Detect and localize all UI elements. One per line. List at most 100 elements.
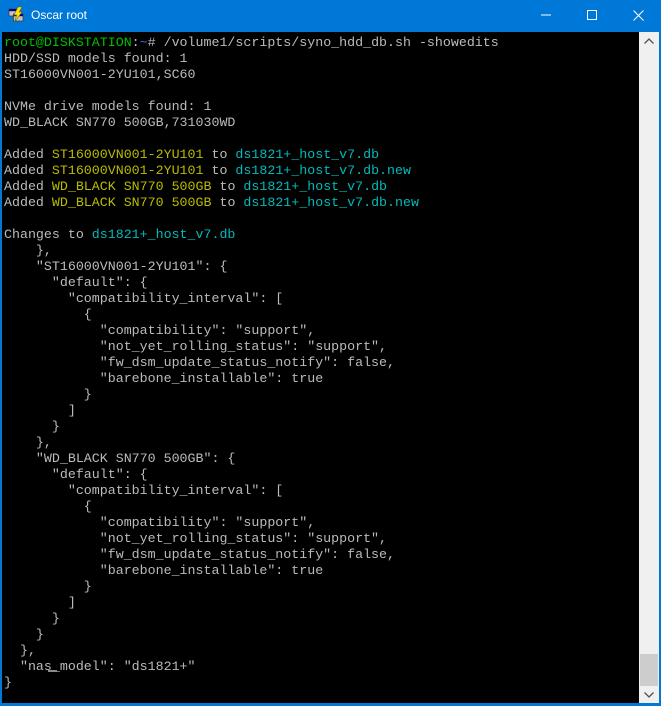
terminal-text-segment: to xyxy=(211,179,243,194)
terminal-text-segment: { xyxy=(4,499,92,514)
terminal-line: "ST16000VN001-2YU101": { xyxy=(4,259,639,275)
terminal-line: "WD_BLACK SN770 500GB": { xyxy=(4,451,639,467)
terminal-text-segment: to xyxy=(211,195,243,210)
terminal-text-segment: Changes to xyxy=(4,227,92,242)
terminal-text-segment: to xyxy=(204,163,236,178)
terminal-line: } xyxy=(4,627,639,643)
terminal-text-segment: "ST16000VN001-2YU101": { xyxy=(4,259,227,274)
scrollbar[interactable] xyxy=(639,32,659,703)
terminal-line: Changes to ds1821+_host_v7.db xyxy=(4,227,639,243)
terminal-text-segment: ds1821+_host_v7.db xyxy=(243,179,387,194)
scrollbar-thumb[interactable] xyxy=(640,654,658,686)
terminal-text-segment: { xyxy=(4,307,92,322)
terminal-line: }, xyxy=(4,243,639,259)
maximize-icon xyxy=(587,10,597,20)
terminal-line: } xyxy=(4,611,639,627)
terminal-line: "not_yet_rolling_status": "support", xyxy=(4,531,639,547)
terminal-line: "nas_model": "ds1821+" xyxy=(4,659,639,675)
terminal-line: Added ST16000VN001-2YU101 to ds1821+_hos… xyxy=(4,147,639,163)
terminal-line: { xyxy=(4,499,639,515)
terminal-line: NVMe drive models found: 1 xyxy=(4,99,639,115)
terminal-line: ] xyxy=(4,403,639,419)
terminal-text-segment: Added xyxy=(4,147,52,162)
terminal-line xyxy=(4,211,639,227)
terminal-text-segment: ST16000VN001-2YU101 xyxy=(52,147,204,162)
terminal-line: } xyxy=(4,675,639,691)
terminal-text-segment: WD_BLACK SN770 500GB xyxy=(52,179,212,194)
terminal-line: } xyxy=(4,419,639,435)
terminal-text-segment: "not_yet_rolling_status": "support", xyxy=(4,531,387,546)
window-body: root@DISKSTATION:~# /volume1/scripts/syn… xyxy=(2,32,659,703)
terminal-line: "barebone_installable": true xyxy=(4,371,639,387)
terminal-line: }, xyxy=(4,643,639,659)
terminal-text-segment: "nas_model": "ds1821+" xyxy=(4,659,196,674)
terminal-text-segment: to xyxy=(204,147,236,162)
terminal-line: Added WD_BLACK SN770 500GB to ds1821+_ho… xyxy=(4,179,639,195)
terminal-text-segment: "compatibility": "support", xyxy=(4,515,315,530)
terminal-text-segment: WD_BLACK SN770 500GB,731030WD xyxy=(4,115,235,130)
terminal-output[interactable]: root@DISKSTATION:~# /volume1/scripts/syn… xyxy=(2,32,639,703)
terminal-text-segment: "barebone_installable": true xyxy=(4,563,323,578)
cursor xyxy=(48,670,57,672)
close-button[interactable] xyxy=(615,0,661,30)
terminal-text-segment: }, xyxy=(4,643,36,658)
close-icon xyxy=(633,10,644,21)
terminal-text-segment: }, xyxy=(4,435,52,450)
terminal-text-segment: "compatibility_interval": [ xyxy=(4,291,283,306)
terminal-text-segment: Added xyxy=(4,163,52,178)
terminal-text-segment: } xyxy=(4,579,92,594)
terminal-line: "barebone_installable": true xyxy=(4,563,639,579)
terminal-line: "compatibility": "support", xyxy=(4,323,639,339)
terminal-line xyxy=(4,83,639,99)
terminal-text-segment: HDD/SSD models found: 1 xyxy=(4,51,188,66)
putty-terminal-icon[interactable] xyxy=(8,7,24,23)
terminal-line: WD_BLACK SN770 500GB,731030WD xyxy=(4,115,639,131)
terminal-text-segment: } xyxy=(4,675,12,690)
terminal-text-segment: "default": { xyxy=(4,467,148,482)
terminal-text-segment: "fw_dsm_update_status_notify": false, xyxy=(4,547,395,562)
terminal-text-segment: Added xyxy=(4,179,52,194)
minimize-button[interactable] xyxy=(523,0,569,30)
scroll-down-button[interactable] xyxy=(639,686,659,703)
terminal-line: "compatibility_interval": [ xyxy=(4,291,639,307)
terminal-text-segment: ds1821+_host_v7.db.new xyxy=(235,163,411,178)
window-controls xyxy=(523,0,661,30)
scroll-up-button[interactable] xyxy=(639,32,659,49)
terminal-text-segment: NVMe drive models found: 1 xyxy=(4,99,211,114)
terminal-line: ST16000VN001-2YU101,SC60 xyxy=(4,67,639,83)
title-bar[interactable]: Oscar root xyxy=(0,0,661,30)
terminal-text-segment: ST16000VN001-2YU101,SC60 xyxy=(4,67,196,82)
terminal-line: "fw_dsm_update_status_notify": false, xyxy=(4,355,639,371)
terminal-line: "compatibility": "support", xyxy=(4,515,639,531)
terminal-line: "fw_dsm_update_status_notify": false, xyxy=(4,547,639,563)
terminal-line: "default": { xyxy=(4,467,639,483)
terminal-line: "not_yet_rolling_status": "support", xyxy=(4,339,639,355)
terminal-line: ] xyxy=(4,595,639,611)
terminal-text-segment: "WD_BLACK SN770 500GB": { xyxy=(4,451,235,466)
terminal-line: HDD/SSD models found: 1 xyxy=(4,51,639,67)
terminal-text-segment: : xyxy=(132,35,140,50)
maximize-button[interactable] xyxy=(569,0,615,30)
terminal-line: "compatibility_interval": [ xyxy=(4,483,639,499)
terminal-text-segment: ] xyxy=(4,595,76,610)
terminal-text-segment: "default": { xyxy=(4,275,148,290)
terminal-text-segment: "not_yet_rolling_status": "support", xyxy=(4,339,387,354)
terminal-text-segment: } xyxy=(4,419,60,434)
terminal-text-segment: "fw_dsm_update_status_notify": false, xyxy=(4,355,395,370)
terminal-text-segment: ds1821+_host_v7.db xyxy=(235,147,379,162)
terminal-line: } xyxy=(4,387,639,403)
terminal-text-segment: }, xyxy=(4,243,52,258)
window-title: Oscar root xyxy=(31,8,87,22)
terminal-line: { xyxy=(4,307,639,323)
terminal-text-segment: } xyxy=(4,387,92,402)
terminal-line: }, xyxy=(4,435,639,451)
terminal-text-segment: WD_BLACK SN770 500GB xyxy=(52,195,212,210)
terminal-text-segment: ds1821+_host_v7.db xyxy=(92,227,236,242)
terminal-text-segment: } xyxy=(4,627,44,642)
terminal-text-segment: "barebone_installable": true xyxy=(4,371,323,386)
terminal-line: root@DISKSTATION:~# /volume1/scripts/syn… xyxy=(4,35,639,51)
scrollbar-track[interactable] xyxy=(639,49,659,686)
terminal-text-segment: root@DISKSTATION xyxy=(4,35,132,50)
terminal-line: Added WD_BLACK SN770 500GB to ds1821+_ho… xyxy=(4,195,639,211)
terminal-line xyxy=(4,131,639,147)
